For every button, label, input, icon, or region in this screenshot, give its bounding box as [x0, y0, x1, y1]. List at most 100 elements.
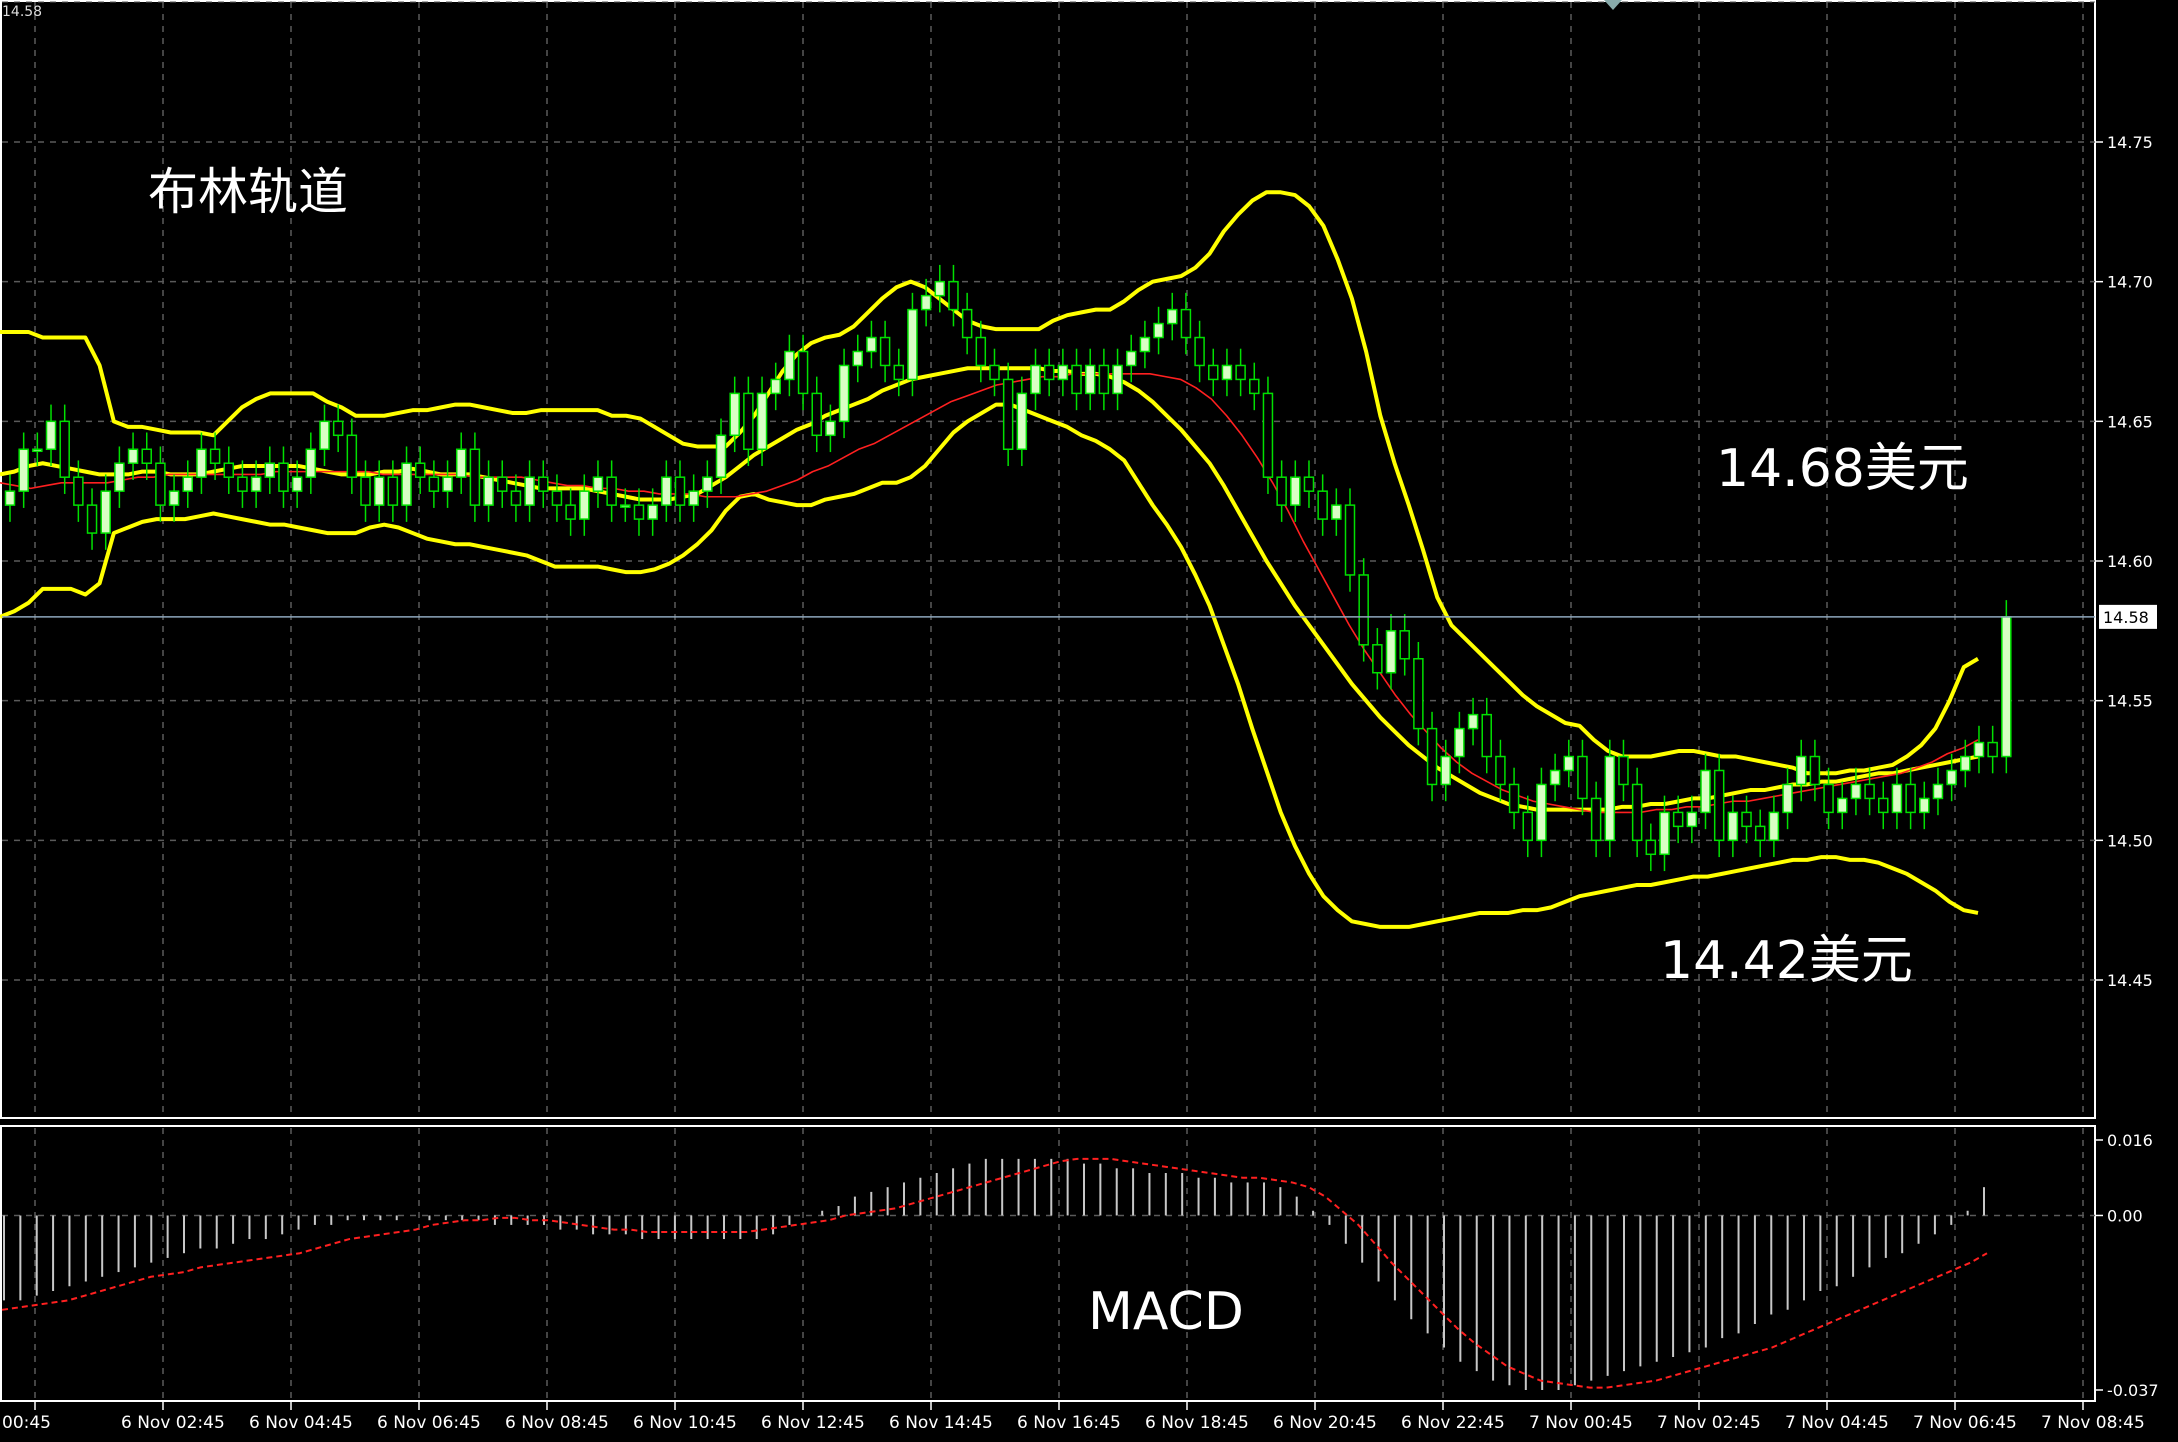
candle-body: [1153, 322, 1164, 339]
candle: [1235, 348, 1246, 397]
candle-body: [893, 364, 905, 381]
candle-body: [209, 448, 221, 464]
candle-body: [1631, 783, 1643, 842]
candle: [114, 446, 125, 508]
candle: [1508, 767, 1520, 830]
candle: [961, 292, 973, 355]
price-tick-label: 14.75: [2107, 133, 2153, 152]
candle: [1194, 320, 1205, 383]
candle-body: [1672, 811, 1684, 828]
candle-body: [1016, 392, 1028, 451]
candle-body: [1686, 811, 1698, 828]
candle-body: [223, 462, 235, 478]
price-tick-label: 14.70: [2107, 273, 2153, 292]
candle-body: [1700, 769, 1711, 814]
candle: [45, 404, 57, 467]
candle: [579, 474, 590, 536]
candle: [86, 488, 98, 550]
candle: [496, 460, 508, 508]
candle: [428, 460, 440, 508]
candle: [1166, 292, 1178, 341]
candle: [551, 474, 563, 522]
candle-body: [1590, 797, 1602, 842]
candle: [32, 432, 43, 467]
candle-body: [1344, 504, 1356, 576]
candle: [1700, 753, 1711, 830]
candle: [1850, 767, 1862, 816]
candle-body: [989, 364, 1000, 381]
candle: [661, 460, 672, 522]
candle: [1481, 697, 1492, 774]
candle-body: [661, 476, 672, 506]
candle-body: [1139, 336, 1151, 353]
candle-body: [1030, 364, 1041, 395]
candle-body: [1495, 755, 1506, 786]
time-tick-label: 00:45: [2, 1413, 51, 1433]
candle: [483, 460, 494, 522]
candle: [1932, 767, 1944, 816]
candle-body: [1194, 336, 1205, 367]
candle-body: [1481, 713, 1492, 758]
candle-body: [756, 392, 768, 451]
candle-body: [565, 504, 576, 520]
candle-body: [1713, 769, 1725, 842]
candle: [1536, 767, 1547, 858]
candle-body: [496, 476, 508, 492]
candle-body: [1508, 783, 1520, 814]
candle-body: [1741, 811, 1752, 828]
candle: [1467, 697, 1479, 746]
candle-body: [1850, 783, 1862, 800]
price-tick-label: 14.50: [2107, 831, 2153, 850]
candle-body: [674, 476, 686, 506]
time-tick-label: 7 Nov 04:45: [1785, 1413, 1889, 1433]
candle: [196, 432, 207, 494]
time-tick-label: 6 Nov 20:45: [1273, 1413, 1377, 1433]
candle: [1919, 781, 1930, 830]
candle: [1043, 348, 1055, 397]
candle-body: [1071, 364, 1082, 395]
candle-body: [1549, 769, 1561, 786]
candle-body: [1946, 769, 1957, 786]
candle: [1153, 306, 1164, 355]
candle-body: [1467, 713, 1479, 730]
candle: [1631, 767, 1643, 858]
candle-body: [1221, 364, 1233, 381]
candle-body: [387, 476, 399, 506]
candle: [1522, 795, 1534, 858]
candle-body: [620, 504, 631, 508]
candle-body: [4, 490, 16, 506]
candle: [442, 460, 453, 508]
candlesticks: [4, 264, 2012, 872]
candle: [1139, 320, 1151, 369]
time-tick-label: 7 Nov 02:45: [1657, 1413, 1761, 1433]
candle-body: [332, 420, 344, 437]
candle-body: [1809, 755, 1821, 786]
candle: [1426, 711, 1438, 802]
candle-body: [715, 434, 727, 478]
time-tick-label: 7 Nov 00:45: [1529, 1413, 1633, 1433]
time-tick-label: 6 Nov 14:45: [889, 1413, 993, 1433]
candle: [264, 446, 276, 494]
candle: [18, 432, 29, 508]
candle: [401, 446, 412, 522]
candle: [647, 488, 658, 536]
chart-title: 布林轨道: [148, 163, 348, 221]
candle-body: [1262, 392, 1274, 478]
candle: [360, 460, 371, 522]
candle: [1303, 460, 1315, 508]
candle-body: [237, 476, 248, 492]
candle-body: [633, 504, 645, 520]
candle-body: [1002, 378, 1014, 451]
candle-body: [1960, 755, 1971, 772]
candle: [1372, 628, 1383, 690]
candle: [1454, 711, 1465, 774]
candle: [1878, 781, 1889, 830]
candle-body: [59, 420, 70, 478]
candle: [1645, 823, 1657, 872]
candle-body: [100, 490, 111, 534]
candle-body: [45, 420, 57, 451]
candle: [565, 488, 576, 536]
candle-body: [1987, 741, 1998, 758]
candle: [633, 488, 645, 536]
candle-body: [797, 350, 809, 395]
